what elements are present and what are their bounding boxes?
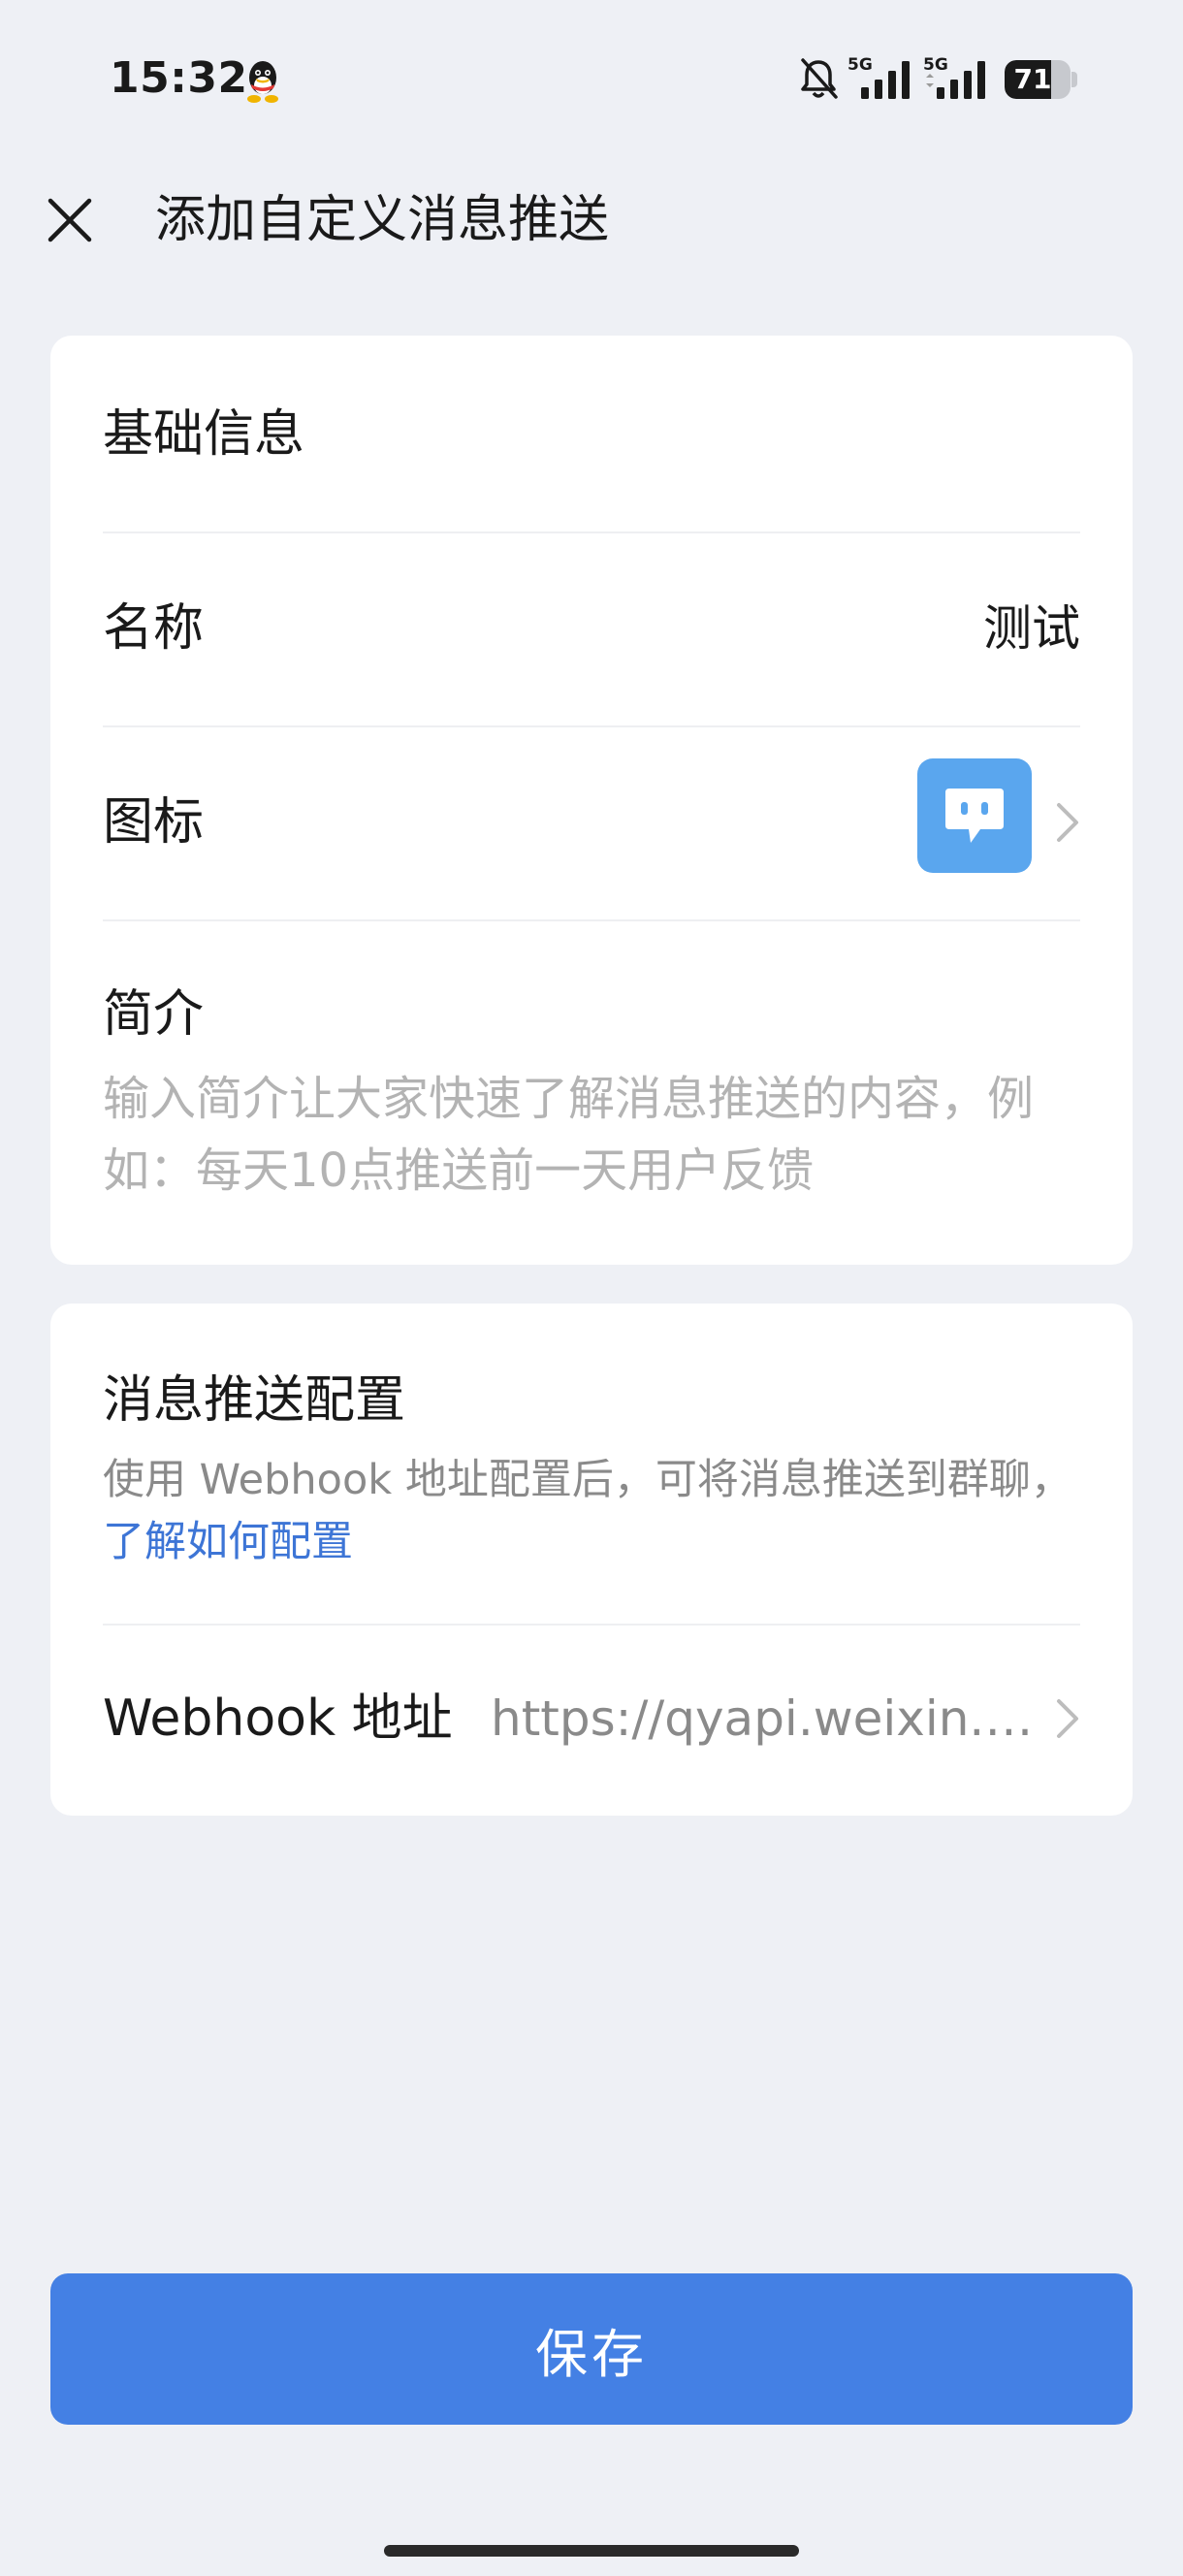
intro-label: 简介 bbox=[103, 983, 1080, 1046]
home-indicator[interactable] bbox=[384, 2545, 799, 2557]
chevron-right-icon bbox=[1057, 803, 1078, 842]
intro-input[interactable]: 输入简介让大家快速了解消息推送的内容，例如：每天10点推送前一天用户反馈 bbox=[103, 1063, 1088, 1207]
icon-label: 图标 bbox=[103, 793, 205, 852]
signal-label: 5G bbox=[923, 55, 948, 75]
page-title: 添加自定义消息推送 bbox=[155, 191, 610, 249]
page: 15:32 5G 5G 71 添加自定义消息推送 基础信息 名称 测试 图标 简… bbox=[0, 0, 1183, 2576]
chevron-right-icon bbox=[1057, 1699, 1078, 1738]
status-time: 15:32 bbox=[110, 53, 248, 103]
close-icon bbox=[48, 198, 92, 242]
chat-bubble-icon bbox=[945, 789, 1004, 843]
webhook-value[interactable]: https://qyapi.weixin.qq.com/cgi-bin/webh… bbox=[491, 1688, 1034, 1750]
qq-icon bbox=[247, 61, 278, 103]
icon-row[interactable]: 图标 bbox=[103, 758, 1080, 873]
battery-cap bbox=[1071, 72, 1077, 87]
close-button[interactable] bbox=[39, 189, 101, 251]
basic-info-title: 基础信息 bbox=[103, 405, 305, 464]
divider bbox=[103, 1624, 1080, 1626]
push-config-card: 消息推送配置 使用 Webhook 地址配置后，可将消息推送到群聊， 了解如何配置… bbox=[50, 1304, 1133, 1816]
app-icon-preview[interactable] bbox=[917, 758, 1032, 873]
bell-muted-icon bbox=[801, 58, 838, 99]
name-label: 名称 bbox=[103, 599, 205, 658]
signal-label: 5G bbox=[847, 55, 873, 75]
push-config-description-text: 使用 Webhook 地址配置后，可将消息推送到群聊， bbox=[103, 1456, 1072, 1504]
status-bar: 15:32 5G 5G 71 bbox=[0, 0, 1183, 160]
save-button[interactable]: 保存 bbox=[50, 2273, 1133, 2425]
push-config-title: 消息推送配置 bbox=[103, 1371, 406, 1430]
name-row[interactable]: 名称 测试 bbox=[103, 597, 1080, 660]
divider bbox=[103, 531, 1080, 533]
basic-info-card: 基础信息 名称 测试 图标 简介 输入简介让大家快速了解消息推送的内容，例如：每… bbox=[50, 336, 1133, 1265]
divider bbox=[103, 725, 1080, 727]
webhook-label: Webhook 地址 bbox=[103, 1690, 453, 1748]
header: 添加自定义消息推送 bbox=[0, 170, 1183, 276]
intro-label-text: 简介 bbox=[103, 985, 205, 1044]
push-config-description: 使用 Webhook 地址配置后，可将消息推送到群聊， 了解如何配置 bbox=[103, 1449, 1088, 1573]
signal-icon: 5G bbox=[923, 55, 985, 99]
battery-icon: 71 bbox=[1005, 60, 1077, 99]
name-value[interactable]: 测试 bbox=[983, 597, 1080, 660]
battery-body: 71 bbox=[1005, 60, 1071, 99]
battery-level: 71 bbox=[1013, 63, 1052, 95]
divider bbox=[103, 919, 1080, 921]
signal-icon: 5G bbox=[847, 55, 910, 99]
webhook-row[interactable]: Webhook 地址 https://qyapi.weixin.qq.com/c… bbox=[103, 1688, 1080, 1750]
help-link[interactable]: 了解如何配置 bbox=[103, 1518, 353, 1566]
